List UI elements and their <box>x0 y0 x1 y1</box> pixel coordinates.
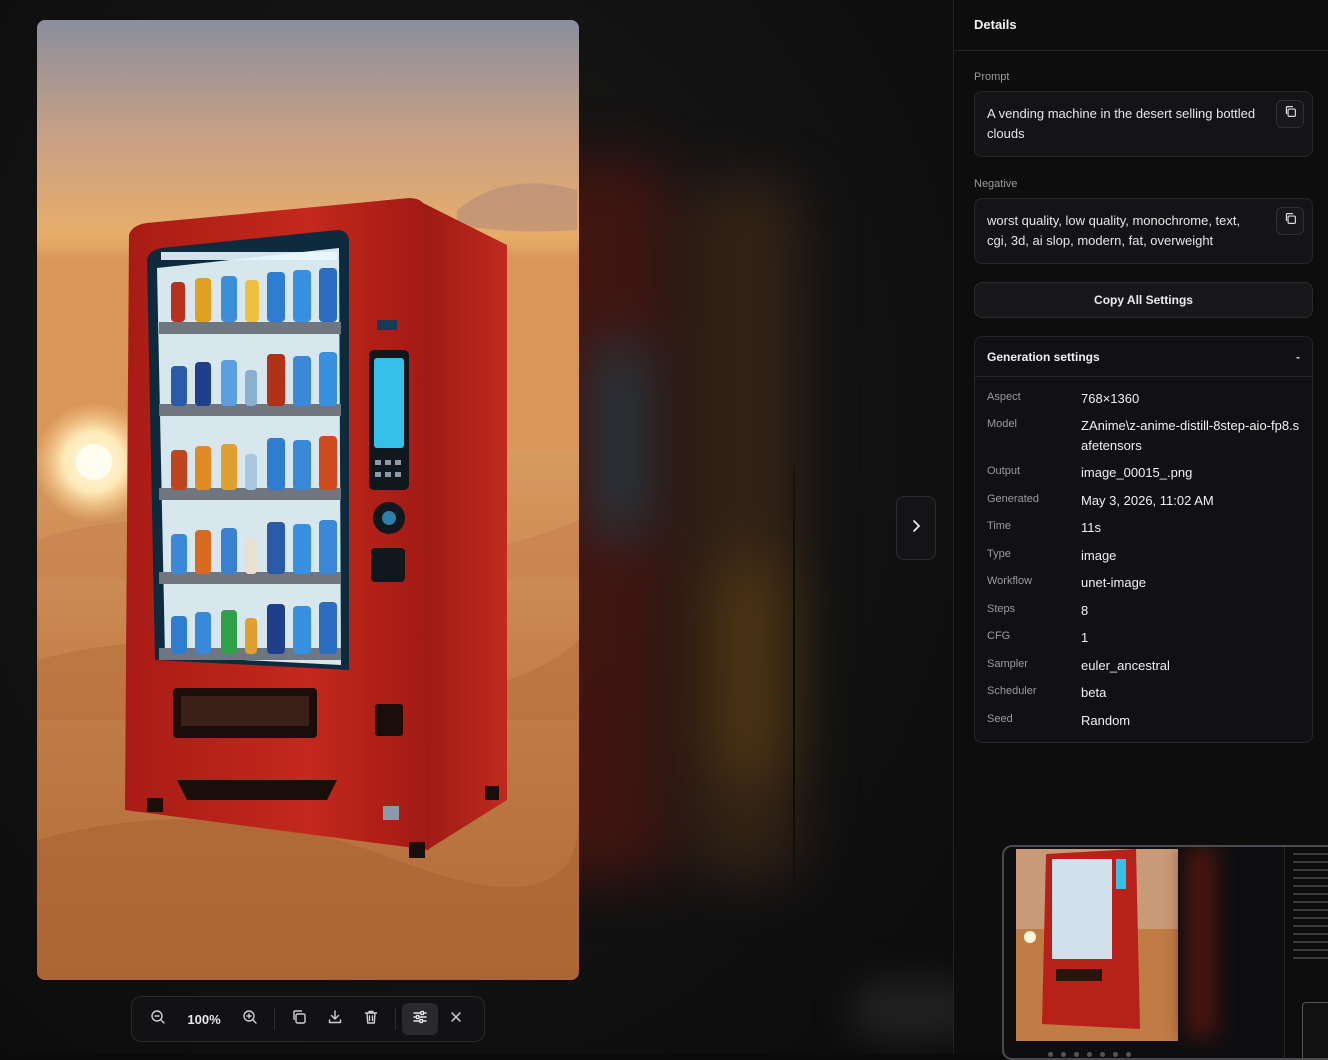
zoom-in-icon <box>242 1009 258 1030</box>
chevron-right-icon <box>909 519 923 538</box>
panel-title: Details <box>954 0 1328 51</box>
setting-row: CFG 1 <box>987 628 1302 648</box>
negative-label: Negative <box>974 178 1018 190</box>
sliders-icon <box>412 1009 428 1030</box>
thumbnail-image <box>1016 849 1178 1041</box>
copy-icon <box>1284 211 1297 231</box>
glow-artifact <box>850 980 953 1040</box>
download-button[interactable] <box>317 1003 353 1035</box>
image-toolbar: 100% <box>131 996 485 1042</box>
zoom-out-icon <box>150 1009 166 1030</box>
setting-row: Aspect 768×1360 <box>987 389 1302 409</box>
zoom-in-button[interactable] <box>232 1003 268 1035</box>
setting-key: Output <box>987 465 1021 477</box>
setting-value: 768×1360 <box>1081 391 1140 406</box>
setting-value: image <box>1081 548 1117 563</box>
setting-value: Random <box>1081 713 1131 728</box>
setting-row: Type image <box>987 546 1302 566</box>
setting-row: Steps 8 <box>987 601 1302 621</box>
setting-row: Model ZAnime\z-anime-distill-8step-aio-f… <box>987 416 1302 456</box>
thumbnail-toolbar <box>1044 1047 1154 1058</box>
close-icon <box>449 1010 463 1029</box>
thumbnail-nested-frame <box>1302 1002 1328 1058</box>
image-viewer: 100% <box>0 0 953 1054</box>
screenshot-thumbnail[interactable] <box>1002 845 1328 1060</box>
setting-key: Aspect <box>987 391 1021 403</box>
setting-key: Time <box>987 520 1012 532</box>
download-icon <box>327 1009 343 1030</box>
setting-key: CFG <box>987 630 1011 642</box>
setting-row: Generated May 3, 2026, 11:02 AM <box>987 491 1302 511</box>
copy-icon <box>291 1009 307 1030</box>
setting-value: beta <box>1081 685 1107 700</box>
thumbnail-blur <box>1176 847 1266 1047</box>
setting-row: Seed Random <box>987 711 1302 731</box>
copy-negative-button[interactable] <box>1276 207 1304 235</box>
setting-value: 11s <box>1081 520 1101 535</box>
setting-row: Sampler euler_ancestral <box>987 656 1302 676</box>
setting-key: Generated <box>987 493 1039 505</box>
delete-button[interactable] <box>353 1003 389 1035</box>
generation-settings-header[interactable]: Generation settings - <box>975 337 1312 377</box>
negative-text: worst quality, low quality, monochrome, … <box>987 213 1241 248</box>
prompt-box: A vending machine in the desert selling … <box>974 91 1313 157</box>
zoom-out-button[interactable] <box>140 1003 176 1035</box>
zoom-level: 100% <box>187 1011 221 1027</box>
prompt-text: A vending machine in the desert selling … <box>987 106 1256 141</box>
prompt-label: Prompt <box>974 71 1010 83</box>
next-image-button[interactable] <box>896 496 936 560</box>
setting-value: 1 <box>1081 630 1089 645</box>
setting-key: Scheduler <box>987 685 1037 697</box>
setting-row: Workflow unet-image <box>987 573 1302 593</box>
trash-icon <box>363 1009 379 1030</box>
setting-key: Seed <box>987 713 1013 725</box>
setting-row: Time 11s <box>987 518 1302 538</box>
setting-key: Steps <box>987 603 1016 615</box>
setting-value: image_00015_.png <box>1081 465 1193 480</box>
setting-key: Model <box>987 418 1017 430</box>
collapse-icon[interactable]: - <box>1296 350 1300 364</box>
copy-all-settings-button[interactable]: Copy All Settings <box>974 282 1313 318</box>
generated-image[interactable] <box>37 20 579 980</box>
setting-row: Output image_00015_.png <box>987 463 1302 483</box>
setting-value: May 3, 2026, 11:02 AM <box>1081 493 1214 508</box>
generation-settings: Generation settings - Aspect 768×1360 Mo… <box>974 336 1313 743</box>
setting-row: Scheduler beta <box>987 683 1302 703</box>
setting-key: Sampler <box>987 658 1028 670</box>
setting-key: Workflow <box>987 575 1033 587</box>
divider-artifact <box>793 465 795 895</box>
vending-machine-image <box>37 20 579 980</box>
setting-value: unet-image <box>1081 575 1147 590</box>
generation-settings-title: Generation settings <box>987 349 1100 364</box>
setting-value: ZAnime\z-anime-distill-8step-aio-fp8.saf… <box>1081 418 1300 453</box>
setting-value: 8 <box>1081 603 1089 618</box>
close-viewer-button[interactable] <box>438 1003 474 1035</box>
toolbar-separator <box>395 1008 396 1030</box>
setting-key: Type <box>987 548 1011 560</box>
toggle-details-button[interactable] <box>402 1003 438 1035</box>
toolbar-separator <box>274 1008 275 1030</box>
copy-prompt-button[interactable] <box>1276 100 1304 128</box>
copy-icon <box>1284 104 1297 124</box>
setting-value: euler_ancestral <box>1081 658 1170 673</box>
negative-box: worst quality, low quality, monochrome, … <box>974 198 1313 264</box>
copy-image-button[interactable] <box>281 1003 317 1035</box>
